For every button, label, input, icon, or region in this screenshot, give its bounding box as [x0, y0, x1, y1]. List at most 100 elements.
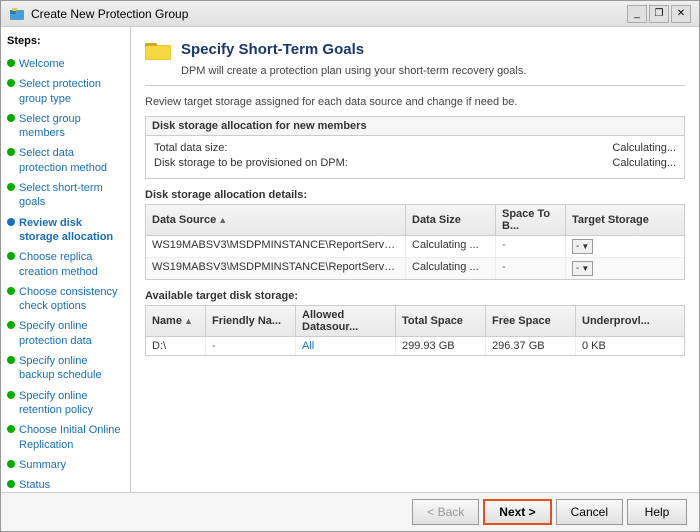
th-name: Name ▲: [146, 306, 206, 336]
sidebar-dot-choose-initial-replication: [7, 425, 15, 433]
available-cell-allowed-0: All: [296, 337, 396, 355]
sidebar-dot-status: [7, 480, 15, 488]
restore-button[interactable]: ❐: [649, 5, 669, 23]
header-subtitle: DPM will create a protection plan using …: [181, 65, 685, 77]
details-section: Disk storage allocation details: Data So…: [145, 189, 685, 280]
sidebar-dot-select-group-members: [7, 114, 15, 122]
minimize-button[interactable]: _: [627, 5, 647, 23]
th-datasource: Data Source ▲: [146, 205, 406, 235]
description-text: Review target storage assigned for each …: [145, 96, 685, 108]
sidebar-dot-choose-replica: [7, 252, 15, 260]
content-area: Steps: Welcome Select protection group ty…: [1, 27, 699, 492]
sidebar-dot-review-disk-storage: [7, 218, 15, 226]
sidebar-item-specify-online-backup[interactable]: Specify online backup schedule: [5, 352, 126, 385]
next-button[interactable]: Next >: [483, 499, 551, 525]
title-bar-controls: _ ❐ ✕: [627, 5, 691, 23]
sidebar-label-select-protection-group-type: Select protection group type: [19, 77, 124, 106]
details-table-header: Data Source ▲ Data Size Space To B... Ta…: [146, 205, 684, 236]
th-totalspace: Total Space: [396, 306, 486, 336]
sidebar-dot-specify-online-retention: [7, 391, 15, 399]
sidebar-item-select-protection-group-type[interactable]: Select protection group type: [5, 75, 126, 108]
main-content: Specify Short-Term Goals DPM will create…: [131, 27, 699, 492]
cancel-button[interactable]: Cancel: [556, 499, 623, 525]
title-bar-left: Create New Protection Group: [9, 6, 188, 22]
sort-arrow-datasource: ▲: [218, 215, 227, 225]
available-table: Name ▲ Friendly Na... Allowed Datasour..…: [145, 305, 685, 356]
sidebar-dot-summary: [7, 460, 15, 468]
sidebar-label-select-group-members: Select group members: [19, 112, 124, 141]
main-window: Create New Protection Group _ ❐ ✕ Steps:…: [0, 0, 700, 532]
th-freespace: Free Space: [486, 306, 576, 336]
sidebar-item-select-data-protection-method[interactable]: Select data protection method: [5, 144, 126, 177]
available-section-title: Available target disk storage:: [145, 290, 685, 302]
footer: < Back Next > Cancel Help: [1, 492, 699, 531]
details-cell-datasource-1: WS19MABSV3\MSDPMINSTANCE\ReportServe...: [146, 258, 406, 279]
details-cell-targetstorage-0[interactable]: - ▼: [566, 236, 684, 257]
help-button[interactable]: Help: [627, 499, 687, 525]
sidebar-dot-select-short-term-goals: [7, 183, 15, 191]
sidebar-item-specify-online-data[interactable]: Specify online protection data: [5, 317, 126, 350]
th-underprov: Underprovl...: [576, 306, 684, 336]
sidebar-item-choose-initial-replication[interactable]: Choose Initial Online Replication: [5, 421, 126, 454]
sidebar-item-specify-online-retention[interactable]: Specify online retention policy: [5, 387, 126, 420]
targetstorage-dropdown-1[interactable]: - ▼: [572, 261, 593, 276]
th-spacetob: Space To B...: [496, 205, 566, 235]
allocation-section: Disk storage allocation for new members …: [145, 116, 685, 179]
sidebar-item-choose-consistency[interactable]: Choose consistency check options: [5, 283, 126, 316]
allocation-section-title: Disk storage allocation for new members: [146, 117, 684, 136]
sidebar-label-choose-initial-replication: Choose Initial Online Replication: [19, 423, 124, 452]
th-targetstorage: Target Storage: [566, 205, 684, 235]
dropdown-arrow-1: ▼: [581, 264, 589, 273]
available-cell-totalspace-0: 299.93 GB: [396, 337, 486, 355]
targetstorage-dropdown-0[interactable]: - ▼: [572, 239, 593, 254]
total-data-size-value: Calculating...: [612, 142, 676, 154]
sidebar-label-review-disk-storage: Review disk storage allocation: [19, 216, 124, 245]
sidebar-item-choose-replica[interactable]: Choose replica creation method: [5, 248, 126, 281]
sidebar-dot-specify-online-backup: [7, 356, 15, 364]
disk-storage-label: Disk storage to be provisioned on DPM:: [154, 157, 348, 169]
details-row-0: WS19MABSV3\MSDPMINSTANCE\ReportServe... …: [146, 236, 684, 258]
title-bar: Create New Protection Group _ ❐ ✕: [1, 1, 699, 27]
disk-storage-row: Disk storage to be provisioned on DPM: C…: [154, 157, 676, 169]
sidebar-item-welcome[interactable]: Welcome: [5, 55, 126, 73]
sort-arrow-name: ▲: [184, 316, 193, 326]
details-cell-targetstorage-1[interactable]: - ▼: [566, 258, 684, 279]
available-row-0: D:\ - All 299.93 GB 296.37 GB 0 KB: [146, 337, 684, 355]
sidebar-label-summary: Summary: [19, 458, 66, 472]
details-cell-datasize-0: Calculating ...: [406, 236, 496, 257]
details-section-title: Disk storage allocation details:: [145, 189, 685, 201]
available-table-header: Name ▲ Friendly Na... Allowed Datasour..…: [146, 306, 684, 337]
sidebar-dot-welcome: [7, 59, 15, 67]
header-icon-title: Specify Short-Term Goals: [145, 39, 685, 61]
sidebar-dot-specify-online-data: [7, 321, 15, 329]
sidebar-label-status: Status: [19, 478, 50, 492]
window-icon: [9, 6, 25, 22]
sidebar-label-choose-replica: Choose replica creation method: [19, 250, 124, 279]
steps-label: Steps:: [5, 35, 126, 47]
sidebar-label-select-data-protection-method: Select data protection method: [19, 146, 124, 175]
sidebar-item-status[interactable]: Status: [5, 476, 126, 492]
close-button[interactable]: ✕: [671, 5, 691, 23]
details-cell-spacetob-1: -: [496, 258, 566, 279]
sidebar-item-summary[interactable]: Summary: [5, 456, 126, 474]
available-cell-name-0: D:\: [146, 337, 206, 355]
allocation-section-body: Total data size: Calculating... Disk sto…: [146, 136, 684, 178]
th-datasize: Data Size: [406, 205, 496, 235]
available-section: Available target disk storage: Name ▲ Fr…: [145, 290, 685, 356]
sidebar-item-select-short-term-goals[interactable]: Select short-term goals: [5, 179, 126, 212]
header-section: Specify Short-Term Goals DPM will create…: [145, 39, 685, 86]
details-cell-datasize-1: Calculating ...: [406, 258, 496, 279]
th-friendly: Friendly Na...: [206, 306, 296, 336]
total-data-size-row: Total data size: Calculating...: [154, 142, 676, 154]
sidebar-label-specify-online-backup: Specify online backup schedule: [19, 354, 124, 383]
back-button[interactable]: < Back: [412, 499, 479, 525]
dropdown-value-1: -: [576, 263, 579, 274]
available-cell-friendly-0: -: [206, 337, 296, 355]
total-data-size-label: Total data size:: [154, 142, 227, 154]
sidebar-label-welcome: Welcome: [19, 57, 65, 71]
sidebar-item-review-disk-storage[interactable]: Review disk storage allocation: [5, 214, 126, 247]
sidebar-item-select-group-members[interactable]: Select group members: [5, 110, 126, 143]
sidebar-label-specify-online-retention: Specify online retention policy: [19, 389, 124, 418]
sidebar-dot-choose-consistency: [7, 287, 15, 295]
disk-storage-value: Calculating...: [612, 157, 676, 169]
